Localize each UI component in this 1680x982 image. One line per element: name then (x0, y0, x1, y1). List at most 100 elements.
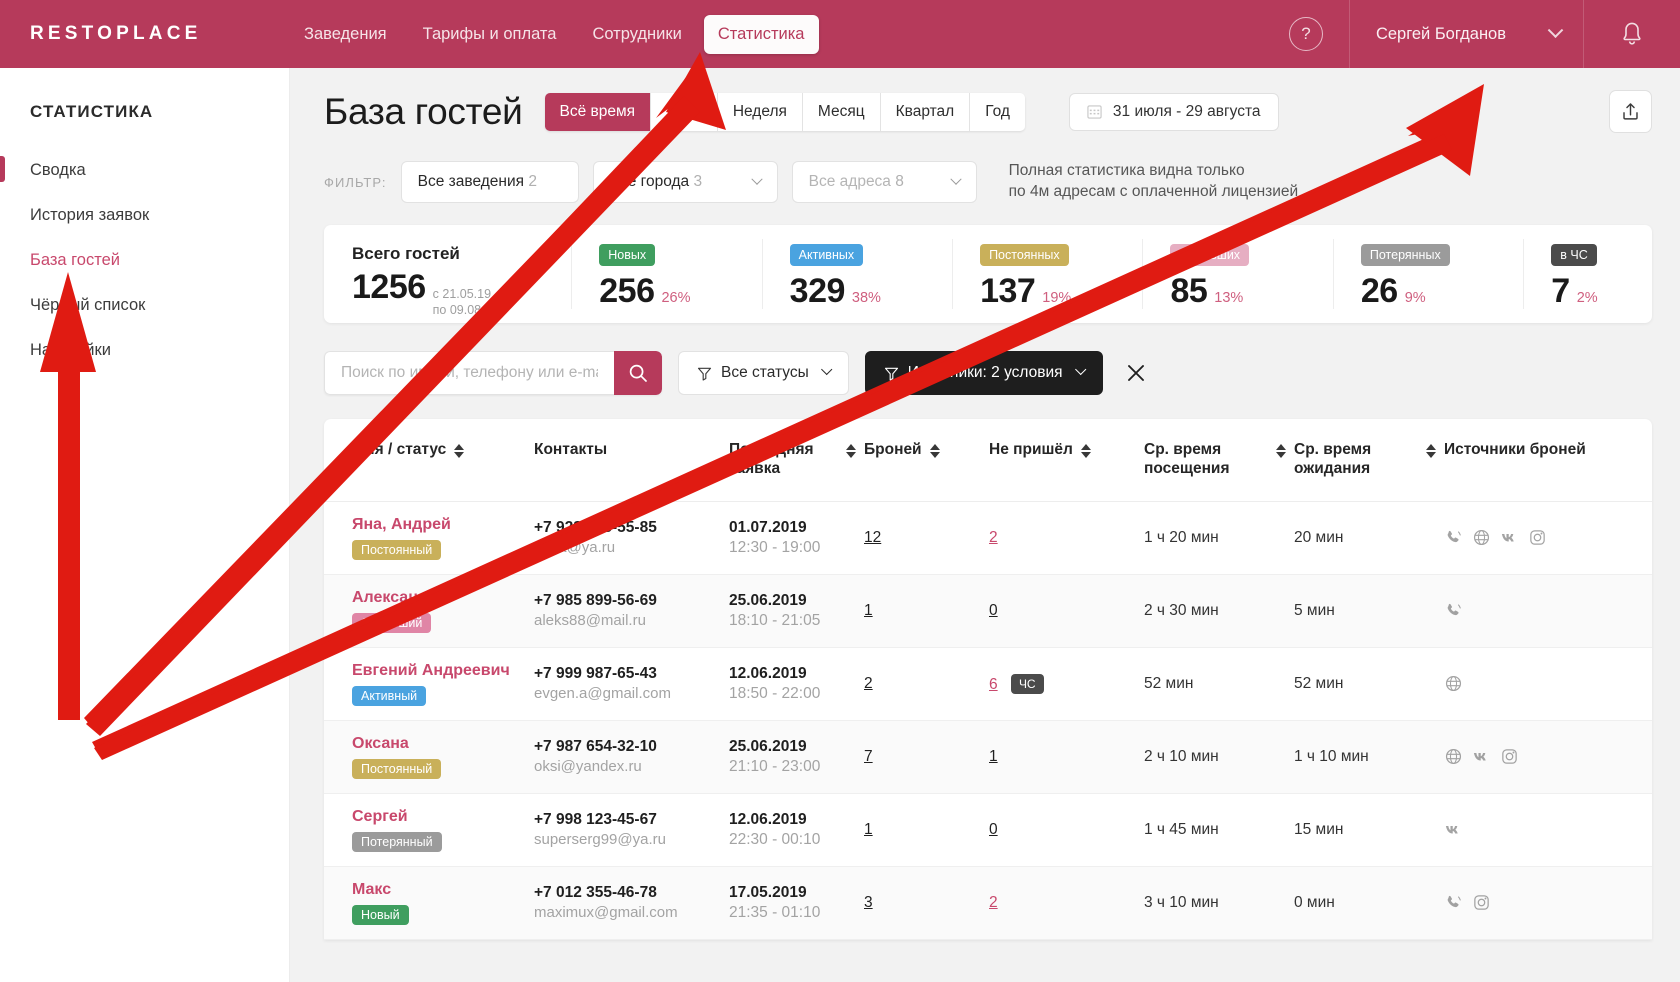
guest-name[interactable]: Евгений Андреевич (352, 662, 526, 680)
stat-cooled-badge: Остывших (1170, 244, 1250, 266)
period-week[interactable]: Неделя (717, 92, 803, 131)
last-request-date: 25.06.2019 (729, 591, 807, 609)
bookings-count-link[interactable]: 1 (864, 821, 873, 838)
cell-contacts: +7 012 355-46-78 maximux@gmail.com (534, 866, 729, 940)
sort-toggle-icon[interactable] (454, 444, 465, 458)
sidebar-item-nastroyki[interactable]: Настройки (0, 328, 289, 373)
noshow-count-link[interactable]: 2 (989, 894, 998, 911)
export-button[interactable] (1609, 90, 1652, 133)
sort-toggle-icon[interactable] (846, 444, 856, 458)
col-noshow[interactable]: Не пришёл (989, 419, 1144, 502)
guest-name[interactable]: Макс (352, 881, 526, 899)
sidebar-item-chernyy-spisok[interactable]: Чёрный список (0, 283, 289, 328)
search-box (324, 351, 662, 395)
notifications-button[interactable] (1584, 0, 1680, 68)
col-avg-wait[interactable]: Ср. время ожидания (1294, 419, 1444, 502)
table-row[interactable]: Оксана Постоянный +7 987 654-32-10 oksi@… (324, 720, 1652, 794)
source-icons (1444, 820, 1644, 839)
search-input[interactable] (324, 351, 614, 395)
sidebar-item-svodka[interactable]: Сводка (0, 148, 289, 193)
period-year[interactable]: Год (970, 92, 1025, 131)
table-row[interactable]: Яна, Андрей Постоянный +7 928 565-55-85 … (324, 501, 1652, 575)
nav-item-sotrudniki[interactable]: Сотрудники (578, 15, 695, 54)
noshow-count-link[interactable]: 0 (989, 602, 998, 619)
table-row[interactable]: Евгений Андреевич Активный +7 999 987-65… (324, 647, 1652, 721)
noshow-count-link[interactable]: 6 (989, 676, 998, 693)
blacklist-badge: ЧС (1010, 673, 1044, 694)
bookings-count-link[interactable]: 3 (864, 894, 873, 911)
cell-name-status: Александр Остывший (324, 574, 534, 648)
date-range-picker[interactable]: 31 июля - 29 августа (1068, 92, 1279, 131)
guest-name[interactable]: Александр (352, 589, 526, 607)
cell-bookings: 1 (864, 574, 989, 648)
table-head: Имя / статус Контакты Последняя заявка Б… (324, 419, 1652, 502)
chevron-down-icon (1074, 363, 1086, 376)
nav-item-zavedeniya[interactable]: Заведения (290, 15, 401, 54)
guests-table: Имя / статус Контакты Последняя заявка Б… (324, 419, 1652, 940)
sort-toggle-icon[interactable] (1080, 444, 1091, 458)
cell-avg-wait: 1 ч 10 мин (1294, 720, 1444, 794)
guest-name[interactable]: Оксана (352, 735, 526, 753)
sidebar-item-istoriya-zayavok[interactable]: История заявок (0, 193, 289, 238)
cell-noshow: 2 (989, 866, 1144, 940)
last-request-date: 12.06.2019 (729, 664, 807, 682)
bookings-count-link[interactable]: 7 (864, 748, 873, 765)
col-name-status[interactable]: Имя / статус (324, 419, 534, 502)
last-request-time: 18:50 - 22:00 (729, 684, 821, 702)
col-bookings[interactable]: Броней (864, 419, 989, 502)
sidebar-item-baza-gostey[interactable]: База гостей (0, 238, 289, 283)
sort-toggle-icon[interactable] (1276, 444, 1286, 458)
sort-toggle-icon[interactable] (929, 444, 940, 458)
sidebar-item-label: База гостей (30, 251, 120, 269)
bookings-count-link[interactable]: 1 (864, 602, 873, 619)
brand-logo[interactable]: RESTOPLACE (0, 23, 290, 45)
col-last-request[interactable]: Последняя заявка (729, 419, 864, 502)
col-avg-visit-label: Ср. время посещения (1144, 441, 1230, 477)
instagram-icon (1502, 749, 1517, 765)
venues-filter-select[interactable]: Все заведения 2 (400, 161, 579, 203)
cell-bookings: 7 (864, 720, 989, 794)
noshow-count-link[interactable]: 0 (989, 821, 998, 838)
table-row[interactable]: Александр Остывший +7 985 899-56-69 alek… (324, 574, 1652, 648)
globe-icon (1445, 749, 1462, 765)
noshow-count-link[interactable]: 1 (989, 748, 998, 765)
table-row[interactable]: Макс Новый +7 012 355-46-78 maximux@gmai… (324, 866, 1652, 940)
noshow-count-link[interactable]: 2 (989, 529, 998, 546)
nav-item-tarify[interactable]: Тарифы и оплата (409, 15, 571, 54)
sources-filter-chip[interactable]: Источники: 2 условия (864, 351, 1103, 395)
period-day[interactable]: День (651, 92, 718, 131)
period-month[interactable]: Месяц (802, 92, 881, 131)
sort-toggle-icon[interactable] (1426, 444, 1436, 458)
cell-noshow: 6 ЧС (989, 647, 1144, 721)
status-filter-chip[interactable]: Все статусы (678, 351, 849, 395)
share-export-icon (1623, 103, 1638, 120)
stat-active-badge: Активных (789, 244, 864, 266)
sidebar-item-label: Чёрный список (30, 296, 146, 314)
guest-name[interactable]: Яна, Андрей (352, 516, 526, 534)
col-noshow-label: Не пришёл (989, 441, 1073, 458)
bookings-count-link[interactable]: 2 (864, 675, 873, 692)
help-icon[interactable]: ? (1288, 17, 1323, 51)
bookings-count-link[interactable]: 12 (864, 529, 881, 546)
vk-icon (1445, 826, 1458, 834)
clear-filters-button[interactable] (1119, 353, 1153, 393)
period-all-time[interactable]: Всё время (544, 92, 652, 131)
cities-filter-select[interactable]: Все города 3 (592, 161, 778, 203)
nav-item-statistika[interactable]: Статистика (703, 14, 819, 54)
cell-bookings: 12 (864, 501, 989, 575)
user-menu[interactable]: Сергей Богданов (1350, 0, 1583, 68)
period-quarter[interactable]: Квартал (880, 92, 971, 131)
sidebar-item-label: Сводка (30, 161, 86, 179)
avg-visit-time: 2 ч 30 мин (1144, 601, 1219, 619)
search-button[interactable] (614, 351, 662, 395)
license-note-line-2: по 4м адресам с оплаченной лицензией (1008, 183, 1299, 200)
addresses-filter-select[interactable]: Все адреса 8 (791, 161, 977, 203)
chevron-down-icon (1547, 21, 1564, 38)
sidebar: СТАТИСТИКА Сводка История заявок База го… (0, 68, 290, 982)
page-title: База гостей (324, 90, 523, 132)
status-badge: Остывший (352, 612, 432, 633)
guest-name[interactable]: Сергей (352, 808, 526, 826)
col-avg-visit[interactable]: Ср. время посещения (1144, 419, 1294, 502)
table-row[interactable]: Сергей Потерянный +7 998 123-45-67 super… (324, 793, 1652, 867)
col-sources-label: Источники броней (1444, 441, 1586, 458)
